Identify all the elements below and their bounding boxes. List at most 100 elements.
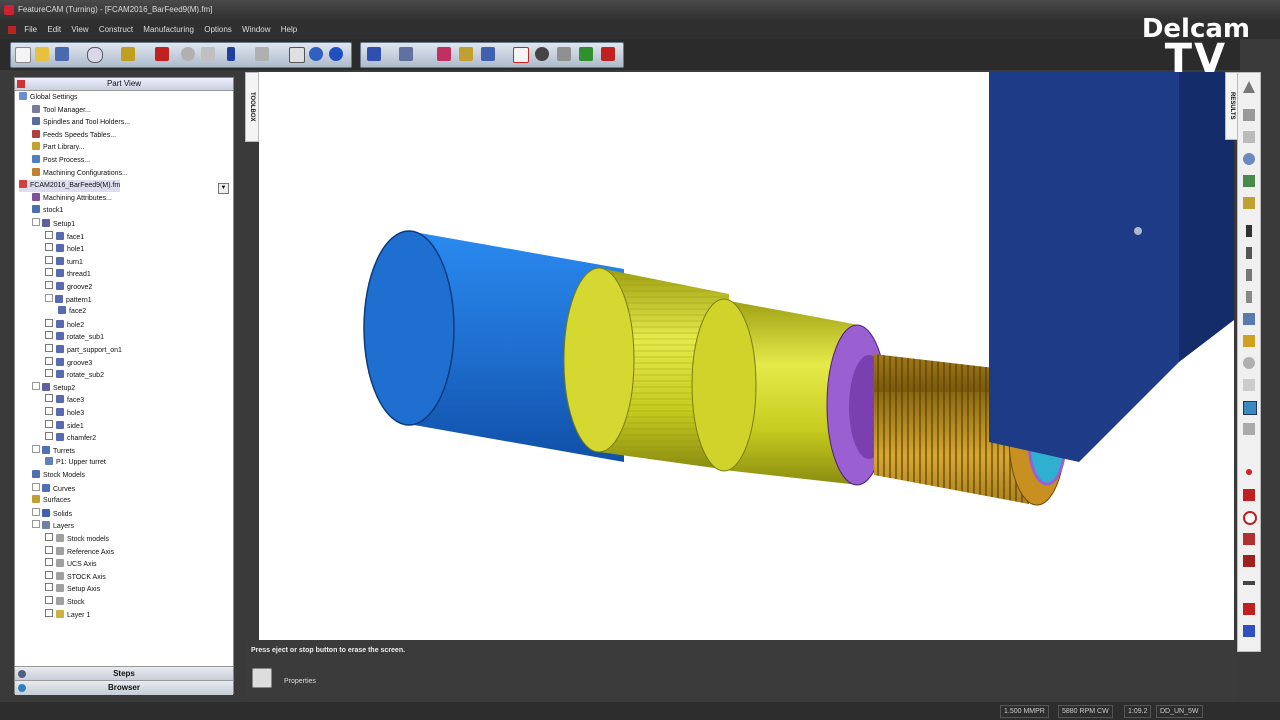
- render-icon[interactable]: [1243, 197, 1255, 209]
- top-view-icon[interactable]: [1243, 81, 1255, 93]
- help-icon[interactable]: [329, 47, 343, 61]
- tab-browser[interactable]: Browser: [15, 680, 233, 695]
- tree-item[interactable]: Tool Manager...: [32, 104, 91, 117]
- visibility-checkbox[interactable]: [45, 419, 53, 428]
- tree-item[interactable]: Reference Axis: [45, 545, 114, 558]
- tree-item[interactable]: Stock: [45, 596, 85, 608]
- visibility-checkbox[interactable]: [45, 318, 53, 327]
- poly-line-icon[interactable]: [1243, 533, 1255, 545]
- tree-item[interactable]: side1: [45, 419, 84, 432]
- tree-item[interactable]: thread1: [45, 268, 91, 280]
- undo-icon[interactable]: [181, 47, 195, 61]
- dimension-icon[interactable]: [1243, 581, 1255, 585]
- tree-item[interactable]: face3: [45, 394, 84, 406]
- arc-icon[interactable]: [1243, 555, 1255, 567]
- visibility-checkbox[interactable]: [45, 268, 53, 277]
- select-arrow-icon[interactable]: [227, 47, 235, 61]
- visibility-checkbox[interactable]: [45, 596, 53, 604]
- tree-item[interactable]: Surfaces: [32, 495, 71, 507]
- pin-icon[interactable]: [17, 80, 25, 88]
- visibility-checkbox[interactable]: [45, 583, 53, 592]
- post-icon[interactable]: [601, 47, 615, 61]
- context-help-icon[interactable]: [309, 47, 323, 61]
- tool-icon[interactable]: [535, 47, 549, 61]
- menu-file[interactable]: File: [20, 22, 41, 34]
- tree-item[interactable]: STOCK Axis: [45, 570, 106, 583]
- toolbox-tab[interactable]: TOOLBOX: [245, 72, 259, 142]
- expand-toggle-icon[interactable]: [32, 218, 40, 226]
- toolpath-icon[interactable]: [437, 47, 451, 61]
- tree-item[interactable]: Post Process...: [32, 155, 90, 167]
- tree-item[interactable]: rotate_sub1: [45, 331, 104, 343]
- tree-item[interactable]: Machining Attributes...: [32, 192, 112, 205]
- visibility-checkbox[interactable]: [45, 407, 53, 415]
- graphics-viewport[interactable]: [259, 72, 1234, 640]
- visibility-checkbox[interactable]: [45, 255, 53, 264]
- visibility-checkbox[interactable]: [45, 243, 53, 252]
- tree-item[interactable]: rotate_sub2: [45, 369, 104, 381]
- tree-item[interactable]: pattern1: [45, 293, 92, 306]
- visibility-checkbox[interactable]: [45, 570, 53, 579]
- visibility-checkbox[interactable]: [45, 281, 53, 289]
- visibility-checkbox[interactable]: [45, 558, 53, 567]
- menu-construct[interactable]: Construct: [95, 22, 137, 34]
- visibility-checkbox[interactable]: [45, 432, 53, 441]
- tree-item[interactable]: stock1: [32, 205, 63, 217]
- fit-icon[interactable]: [1246, 291, 1252, 303]
- tree-item[interactable]: Setup1: [32, 218, 75, 230]
- tree-item[interactable]: hole2: [45, 318, 84, 331]
- open-folder-icon[interactable]: [35, 47, 49, 61]
- tree-item[interactable]: face1: [45, 230, 84, 243]
- grid-icon[interactable]: [1243, 423, 1255, 435]
- ucs-icon[interactable]: [399, 47, 413, 61]
- zoom-in-icon[interactable]: [1246, 225, 1252, 237]
- line-icon[interactable]: [1243, 489, 1255, 501]
- zoom-out-icon[interactable]: [1246, 247, 1252, 259]
- tree-item[interactable]: part_support_on1: [45, 344, 122, 356]
- expand-toggle-icon[interactable]: [32, 520, 40, 529]
- visibility-checkbox[interactable]: [45, 369, 53, 378]
- iso-view-icon[interactable]: [1243, 153, 1255, 165]
- tree-item[interactable]: Part Library...: [32, 142, 85, 154]
- properties-button[interactable]: [252, 668, 272, 688]
- visibility-checkbox[interactable]: [45, 344, 53, 352]
- menu-options[interactable]: Options: [200, 22, 236, 34]
- light-icon[interactable]: [1243, 335, 1255, 347]
- measure-icon[interactable]: [1243, 379, 1255, 391]
- save-icon[interactable]: [55, 47, 69, 61]
- pan-icon[interactable]: [1246, 269, 1252, 281]
- tree-item[interactable]: hole1: [45, 243, 84, 255]
- tree-item[interactable]: UCS Axis: [45, 558, 97, 570]
- visibility-checkbox[interactable]: [45, 545, 53, 554]
- eraser-icon[interactable]: [155, 47, 169, 61]
- dynamic-rotate-icon[interactable]: [1243, 313, 1255, 325]
- tree-item[interactable]: Layers: [32, 520, 74, 532]
- axis-icon[interactable]: [367, 47, 381, 61]
- fillet-icon[interactable]: [1243, 603, 1255, 615]
- front-view-icon[interactable]: [1243, 109, 1255, 121]
- simulate-icon[interactable]: [513, 47, 529, 63]
- new-file-icon[interactable]: [15, 47, 31, 63]
- tree-item[interactable]: Feeds Speeds Tables...: [32, 129, 116, 142]
- tab-steps[interactable]: Steps: [15, 666, 233, 681]
- visibility-checkbox[interactable]: [45, 533, 53, 541]
- visibility-checkbox[interactable]: [45, 608, 53, 617]
- tree-item[interactable]: turn1: [45, 255, 83, 268]
- sync-icon[interactable]: [1243, 401, 1257, 415]
- expand-toggle-icon[interactable]: [45, 293, 53, 302]
- visibility-checkbox[interactable]: [45, 331, 53, 340]
- visibility-checkbox[interactable]: [45, 230, 53, 239]
- tree-item[interactable]: FCAM2016_BarFeed9(M).fm: [19, 180, 121, 193]
- expand-toggle-icon[interactable]: [32, 507, 40, 516]
- tree-item[interactable]: Curves: [32, 482, 75, 495]
- menu-edit[interactable]: Edit: [43, 22, 65, 34]
- point-icon[interactable]: [1246, 469, 1252, 475]
- shaded-view-icon[interactable]: [1243, 175, 1255, 187]
- menu-help[interactable]: Help: [277, 22, 301, 34]
- tree-item[interactable]: groove2: [45, 281, 92, 293]
- tree-item[interactable]: groove3: [45, 356, 92, 369]
- expand-toggle-icon[interactable]: [32, 381, 40, 390]
- solid-icon[interactable]: [481, 47, 495, 61]
- tree-item[interactable]: face2: [58, 306, 86, 318]
- menu-view[interactable]: View: [67, 22, 92, 34]
